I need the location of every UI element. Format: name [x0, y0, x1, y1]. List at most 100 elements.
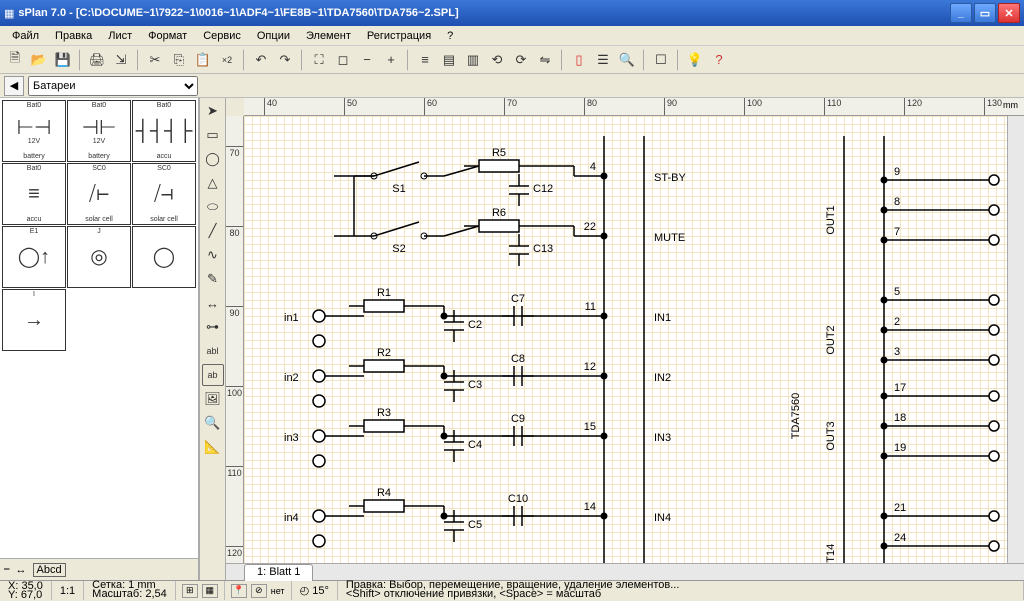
cut-button[interactable]: ✂ — [144, 49, 166, 71]
angle-icon[interactable]: ◴ — [300, 584, 310, 597]
palette-item-6[interactable]: E1◯↑ — [2, 226, 66, 288]
zoom-out-button[interactable]: − — [356, 49, 378, 71]
export-button[interactable]: ⇲ — [110, 49, 132, 71]
svg-text:C10: C10 — [508, 493, 528, 505]
menu-file[interactable]: Файл — [4, 28, 47, 44]
ruler-h-tick: 50 — [344, 98, 357, 115]
minimize-button[interactable]: _ — [950, 3, 972, 23]
copy-button[interactable]: ⎘ — [168, 49, 190, 71]
palette-item-5[interactable]: SC0⧸⊣solar cell — [132, 163, 196, 225]
palette-item-1[interactable]: Bat0⊣⊢12Vbattery — [67, 100, 131, 162]
menu-element[interactable]: Элемент — [298, 28, 359, 44]
zoom-elem-button[interactable]: ◻ — [332, 49, 354, 71]
separator — [79, 49, 81, 71]
status-scale: Масштаб: 2,54 — [92, 590, 167, 599]
bulb-button[interactable]: 💡 — [684, 49, 706, 71]
svg-text:OUT1: OUT1 — [825, 205, 837, 234]
pointer-tool[interactable]: ➤ — [202, 100, 224, 122]
footer-text-icon[interactable]: Abcd — [33, 563, 66, 577]
options-button[interactable]: ☐ — [650, 49, 672, 71]
menu-edit[interactable]: Правка — [47, 28, 100, 44]
menu-options[interactable]: Опции — [249, 28, 298, 44]
palette-item-2[interactable]: Bat0┤┤┤├accu — [132, 100, 196, 162]
menu-help[interactable]: ? — [439, 28, 461, 44]
front-button[interactable]: ▤ — [438, 49, 460, 71]
ruler-v-tick: 120 — [226, 546, 243, 558]
menu-sheet[interactable]: Лист — [100, 28, 140, 44]
find-button[interactable]: 🔍 — [616, 49, 638, 71]
paste-button[interactable]: 📋 — [192, 49, 214, 71]
svg-text:MUTE: MUTE — [654, 232, 685, 244]
ellipse-tool[interactable]: ⬭ — [202, 196, 224, 218]
toolbar-main: 🗎 📂 💾 🖨 ⇲ ✂ ⎘ 📋 ×2 ↶ ↷ ⛶ ◻ − + ≡ ▤ ▥ ⟲ ⟳… — [0, 46, 1024, 74]
schematic-canvas[interactable]: TDA75604ST-BY22MUTE11IN112IN215IN314IN4O… — [244, 116, 1007, 563]
poly-tool[interactable]: △ — [202, 172, 224, 194]
library-select[interactable]: Батареи — [28, 76, 198, 96]
footer-arrow-icon[interactable]: ↔ — [16, 564, 27, 576]
open-button[interactable]: 📂 — [28, 49, 50, 71]
rect-tool[interactable]: ▭ — [202, 124, 224, 146]
palette-item-4[interactable]: SC0⧸⊢solar cell — [67, 163, 131, 225]
align-button[interactable]: ≡ — [414, 49, 436, 71]
undo-button[interactable]: ↶ — [250, 49, 272, 71]
back-button[interactable]: ▥ — [462, 49, 484, 71]
svg-text:IN1: IN1 — [654, 312, 671, 324]
svg-text:OUT2: OUT2 — [825, 325, 837, 354]
rot-right-button[interactable]: ⟳ — [510, 49, 532, 71]
svg-text:in2: in2 — [284, 372, 299, 384]
grid-icon[interactable]: ⊞ — [182, 584, 198, 598]
list-button[interactable]: ☰ — [592, 49, 614, 71]
select-button[interactable]: ▯ — [568, 49, 590, 71]
rot-left-button[interactable]: ⟲ — [486, 49, 508, 71]
palette-item-3[interactable]: Bat0≡accu — [2, 163, 66, 225]
textbox-tool[interactable]: ab — [202, 364, 224, 386]
circle-tool[interactable]: ◯ — [202, 148, 224, 170]
redo-button[interactable]: ↷ — [274, 49, 296, 71]
component-palette: Bat0⊢⊣12VbatteryBat0⊣⊢12VbatteryBat0┤┤┤├… — [0, 98, 200, 580]
sheet-tab[interactable]: 1: Blatt 1 — [244, 564, 313, 581]
coord-y: Y: 67,0 — [8, 591, 42, 600]
zoom-fit-button[interactable]: ⛶ — [308, 49, 330, 71]
print-button[interactable]: 🖨 — [86, 49, 108, 71]
palette-item-9[interactable]: I→ — [2, 289, 66, 351]
ruler-h-tick: 40 — [264, 98, 277, 115]
zoom-tool[interactable]: 🔍 — [202, 412, 224, 434]
menu-registration[interactable]: Регистрация — [359, 28, 439, 44]
image-tool[interactable]: 🖼 — [202, 388, 224, 410]
menu-service[interactable]: Сервис — [195, 28, 249, 44]
dim-tool[interactable]: ↔ — [202, 292, 224, 314]
svg-text:C2: C2 — [468, 319, 482, 331]
palette-item-0[interactable]: Bat0⊢⊣12Vbattery — [2, 100, 66, 162]
scrollbar-vertical[interactable] — [1007, 116, 1024, 563]
scrollbar-horizontal[interactable] — [313, 564, 1024, 580]
menu-format[interactable]: Формат — [140, 28, 195, 44]
svg-text:ST-BY: ST-BY — [654, 172, 686, 184]
close-button[interactable]: ✕ — [998, 3, 1020, 23]
snap-off-icon[interactable]: ⊘ — [251, 584, 267, 598]
grid2-icon[interactable]: ▦ — [202, 584, 218, 598]
svg-text:9: 9 — [894, 166, 900, 178]
text-tool[interactable]: abl — [202, 340, 224, 362]
help2-button[interactable]: ? — [708, 49, 730, 71]
freehand-tool[interactable]: ✎ — [202, 268, 224, 290]
lib-prev-button[interactable]: ◀ — [4, 76, 24, 96]
measure-tool[interactable]: 📐 — [202, 436, 224, 458]
dup-button[interactable]: ×2 — [216, 49, 238, 71]
palette-item-7[interactable]: J◎ — [67, 226, 131, 288]
ruler-v-tick: 70 — [226, 146, 243, 158]
snap-pin-icon[interactable]: 📍 — [231, 584, 247, 598]
line-tool[interactable]: ╱ — [202, 220, 224, 242]
svg-text:in3: in3 — [284, 432, 299, 444]
svg-text:5: 5 — [894, 286, 900, 298]
palette-item-8[interactable]: ◯ — [132, 226, 196, 288]
svg-text:C5: C5 — [468, 519, 482, 531]
restore-button[interactable]: ▭ — [974, 3, 996, 23]
new-button[interactable]: 🗎 — [4, 49, 26, 71]
svg-text:IN2: IN2 — [654, 372, 671, 384]
mirror-button[interactable]: ⇋ — [534, 49, 556, 71]
save-button[interactable]: 💾 — [52, 49, 74, 71]
zoom-in-button[interactable]: + — [380, 49, 402, 71]
pin-tool[interactable]: ⊶ — [202, 316, 224, 338]
footer-line-icon[interactable]: ⎯ — [4, 563, 10, 576]
curve-tool[interactable]: ∿ — [202, 244, 224, 266]
